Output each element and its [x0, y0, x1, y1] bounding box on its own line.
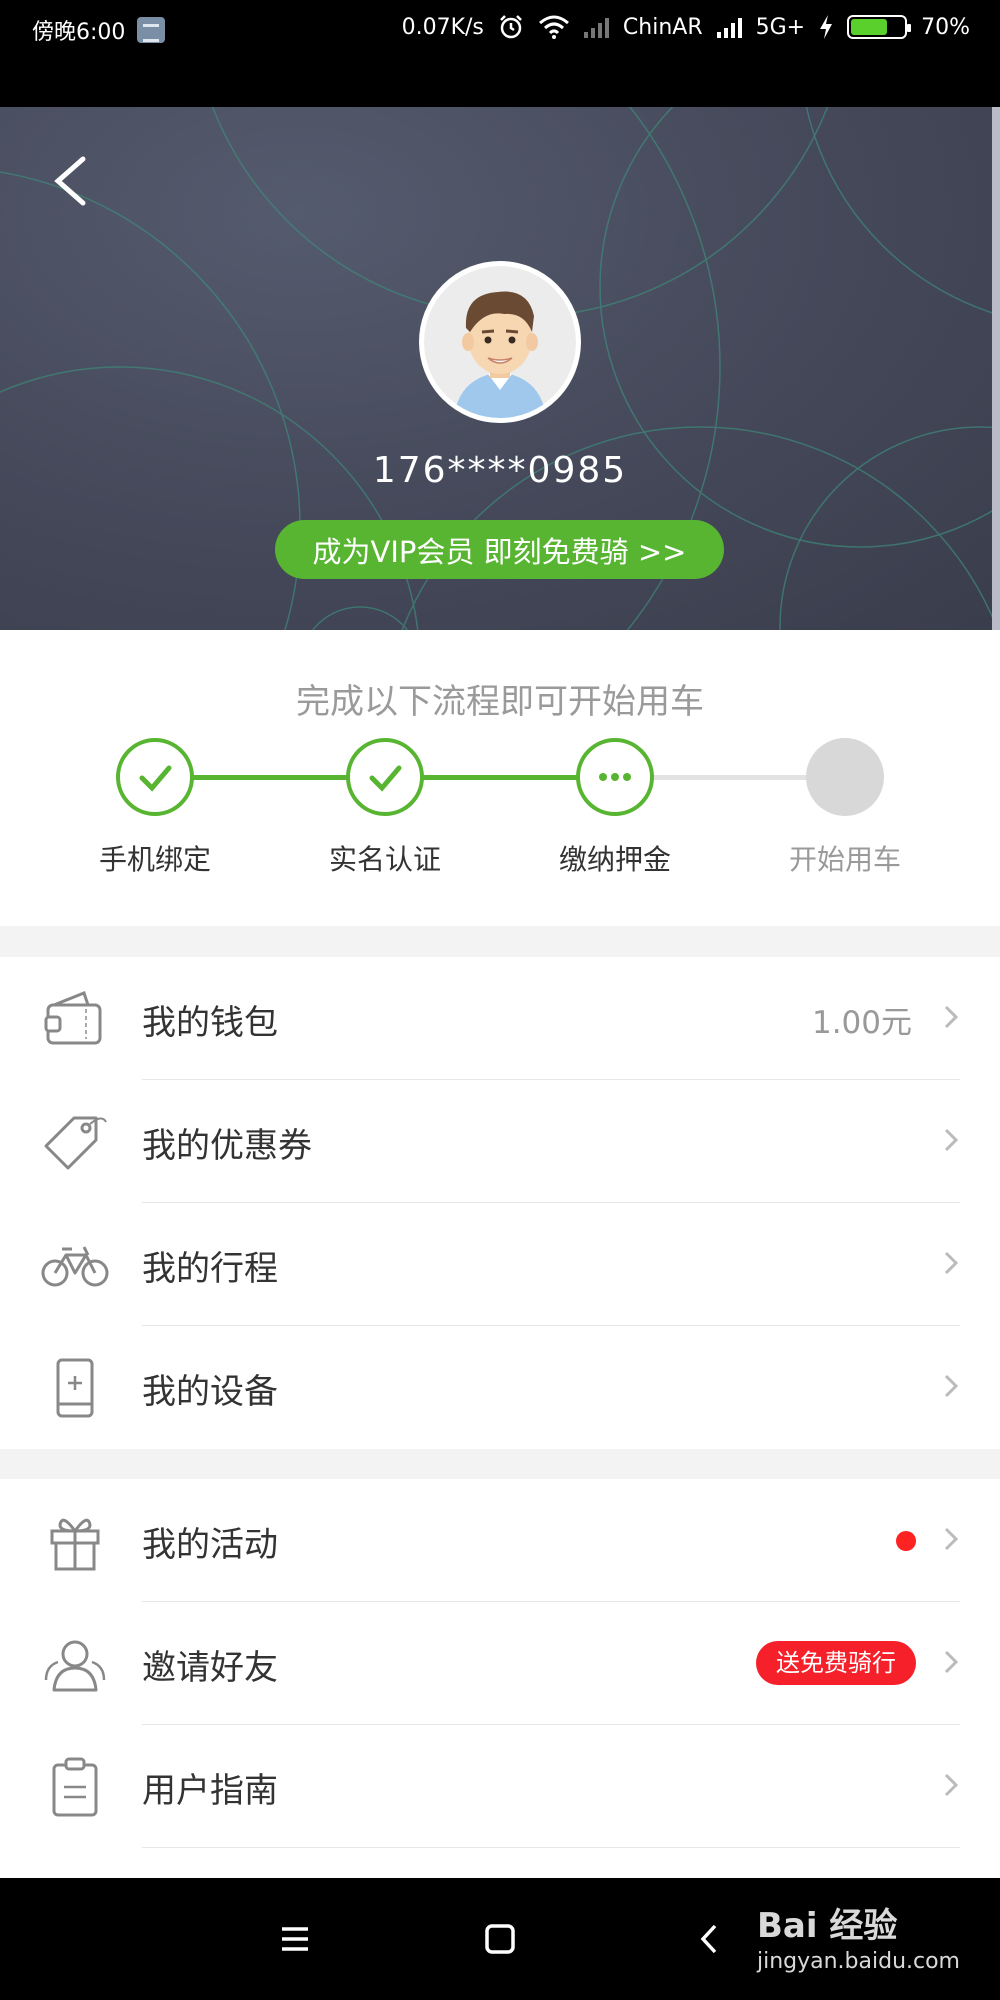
step-label: 缴纳押金: [558, 843, 671, 876]
menu-item-invite-friends[interactable]: 邀请好友 送免费骑行: [0, 1602, 1000, 1725]
progress-title: 完成以下流程即可开始用车: [296, 682, 704, 722]
menu-label: 我的活动: [142, 1525, 278, 1565]
notification-icon: [137, 17, 166, 43]
chevron-right-icon: [944, 1650, 959, 1674]
menu-item-trips[interactable]: 我的行程: [0, 1203, 1000, 1326]
chevron-right-icon: [944, 1251, 959, 1275]
user-phone: 176****0985: [372, 450, 628, 491]
network-speed: 0.07K/s: [401, 14, 484, 40]
onboarding-progress: 完成以下流程即可开始用车 手机绑定 实名认证 缴纳押金 开始用车: [0, 630, 1000, 926]
home-icon[interactable]: [475, 1914, 525, 1964]
bike-icon: [41, 1246, 109, 1287]
menu-icon[interactable]: [270, 1914, 320, 1964]
baidu-watermark: Bai 经验 jingyan.baidu.com: [757, 1898, 960, 1974]
signal-icon-sim2: [716, 16, 742, 38]
clipboard-icon: [52, 1757, 98, 1817]
friends-icon: [44, 1640, 106, 1692]
chevron-right-icon: [944, 1527, 959, 1551]
divider: [142, 1847, 960, 1848]
menu-item-wallet[interactable]: 我的钱包 1.00元: [0, 957, 1000, 1080]
gift-icon: [50, 1518, 100, 1571]
menu-label: 我的优惠券: [142, 1126, 312, 1166]
status-time: 傍晚6:00: [32, 20, 126, 45]
section-gap: [0, 926, 1000, 957]
chevron-right-icon: [944, 1128, 959, 1152]
step-real-name: [346, 738, 424, 816]
step-label: 手机绑定: [98, 843, 211, 876]
check-icon: [369, 765, 402, 792]
step-label: 开始用车: [788, 843, 901, 876]
menu-group-more: 我的活动 邀请好友 送免费骑行 用户指南: [0, 1479, 1000, 1878]
wallet-icon: [44, 991, 102, 1045]
profile-header: 176****0985 成为VIP会员 即刻免费骑 >>: [0, 107, 1000, 630]
avatar[interactable]: [419, 261, 581, 423]
coupon-icon: [44, 1116, 107, 1170]
step-label: 实名认证: [328, 843, 441, 876]
step-deposit[interactable]: [576, 738, 654, 816]
signal-icon-sim1: [583, 16, 609, 38]
watermark-logo-text: Bai 经验: [756, 1906, 898, 1946]
more-dots-icon: [599, 773, 631, 781]
carrier-name: ChinAR: [622, 14, 703, 40]
watermark-url: jingyan.baidu.com: [756, 1949, 960, 1974]
chevron-right-icon: [944, 1005, 959, 1029]
menu-label: 用户指南: [142, 1771, 278, 1811]
menu-label: 我的设备: [142, 1372, 278, 1412]
menu-item-user-guide[interactable]: 用户指南: [0, 1725, 1000, 1848]
step-phone-bind: [116, 738, 194, 816]
back-nav-icon[interactable]: [685, 1914, 735, 1964]
device-icon: [56, 1358, 94, 1418]
vip-button-label: 成为VIP会员 即刻免费骑 >>: [312, 534, 687, 569]
menu-label: 我的钱包: [142, 1003, 278, 1043]
system-nav-bar: Bai 经验 jingyan.baidu.com: [0, 1878, 1000, 2000]
chevron-right-icon: [944, 1773, 959, 1797]
charging-icon: [820, 15, 833, 39]
scrollbar[interactable]: [992, 107, 1000, 630]
battery-icon: [847, 15, 912, 39]
menu-item-activities[interactable]: 我的活动: [0, 1479, 1000, 1602]
wallet-balance: 1.00元: [811, 1005, 912, 1041]
status-bar: 傍晚6:00 0.07K/s ChinAR 5G+ 70%: [0, 0, 1000, 107]
menu-label: 邀请好友: [142, 1648, 278, 1688]
step-start-riding: [806, 738, 884, 816]
section-gap: [0, 1449, 1000, 1479]
alarm-icon: [500, 15, 522, 39]
new-activity-dot: [896, 1531, 916, 1551]
menu-item-coupons[interactable]: 我的优惠券: [0, 1080, 1000, 1203]
back-icon[interactable]: [48, 151, 98, 211]
menu-label: 我的行程: [142, 1249, 278, 1289]
vip-button[interactable]: 成为VIP会员 即刻免费骑 >>: [275, 520, 724, 579]
check-icon: [139, 765, 172, 792]
invite-badge: 送免费骑行: [756, 1641, 916, 1685]
network-type: 5G+: [755, 14, 806, 40]
chevron-right-icon: [944, 1374, 959, 1398]
avatar-illustration: [424, 266, 576, 418]
wifi-icon: [538, 15, 569, 39]
menu-item-devices[interactable]: 我的设备: [0, 1326, 1000, 1449]
battery-level: 70%: [921, 14, 970, 40]
menu-group-account: 我的钱包 1.00元 我的优惠券 我的行程 我的设备: [0, 957, 1000, 1449]
